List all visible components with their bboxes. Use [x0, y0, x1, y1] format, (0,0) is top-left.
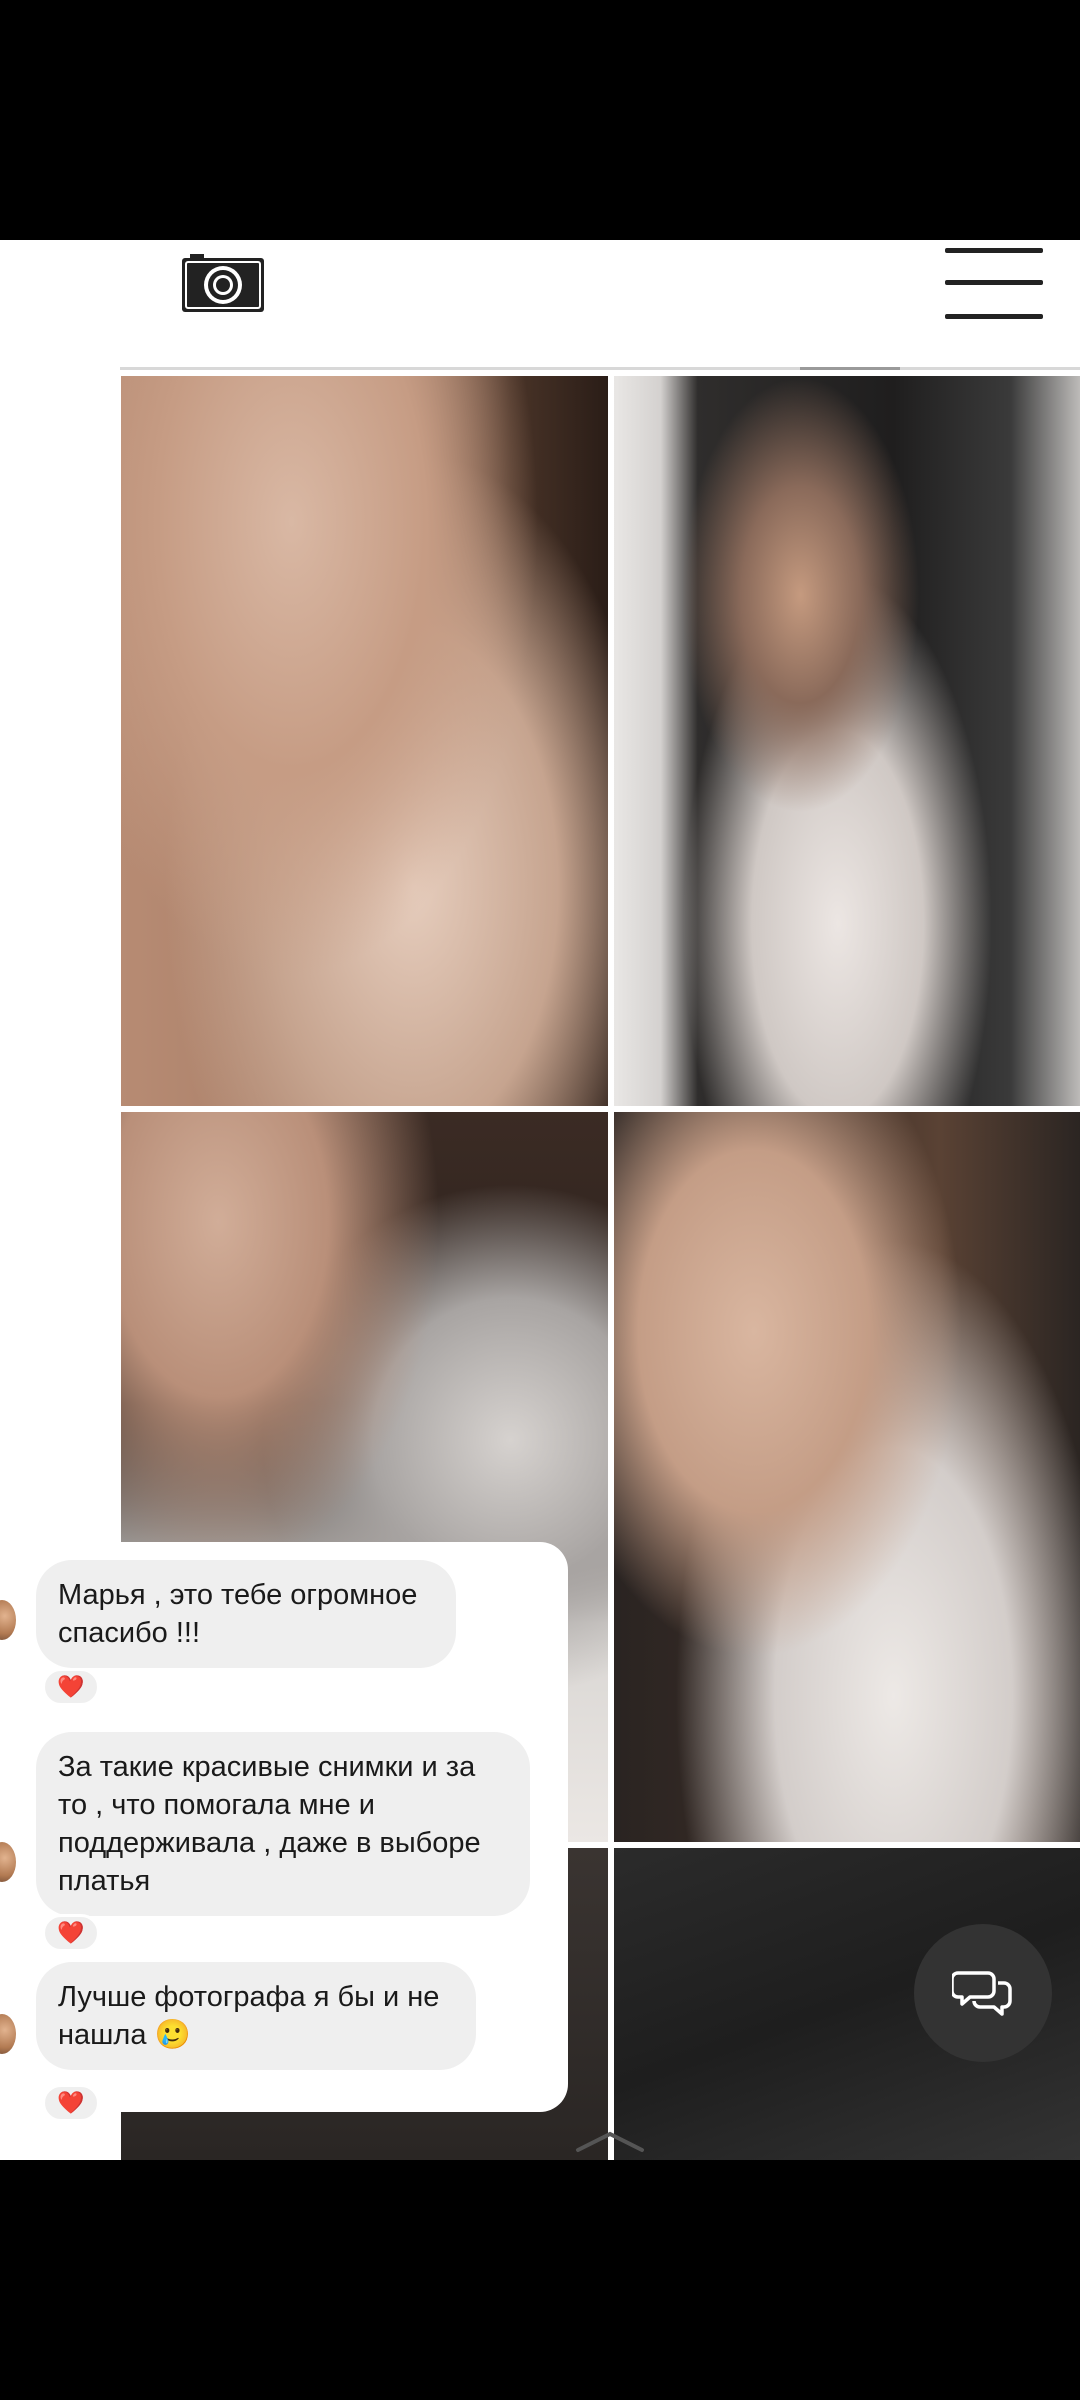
header-divider [120, 367, 1080, 370]
nav-bar-area [0, 2160, 1080, 2400]
site-header [0, 240, 1080, 370]
status-bar-area [0, 0, 1080, 240]
menu-bar [945, 248, 1043, 253]
avatar [0, 1842, 16, 1882]
chat-message: За такие красивые снимки и за то , что п… [36, 1732, 530, 1916]
gallery-photo[interactable] [614, 1112, 1080, 1842]
heart-icon: ❤️ [57, 1920, 85, 1945]
heart-icon: ❤️ [57, 1674, 85, 1699]
menu-bar [945, 280, 1043, 285]
chat-message: Лучше фотографа я бы и не нашла 🥲 [36, 1962, 476, 2070]
reaction-badge: ❤️ [42, 1668, 100, 1706]
reaction-badge: ❤️ [42, 2084, 100, 2122]
heart-icon: ❤️ [57, 2090, 85, 2115]
chat-button[interactable] [914, 1924, 1052, 2062]
gallery-photo[interactable] [121, 376, 608, 1106]
hamburger-menu-icon[interactable] [945, 246, 1043, 320]
avatar [0, 2014, 16, 2054]
menu-bar [945, 314, 1043, 319]
camera-icon[interactable] [180, 252, 266, 314]
testimonial-chat-card: Марья , это тебе огромное спасибо !!! ❤️… [0, 1542, 568, 2122]
header-divider-accent [800, 367, 900, 370]
chevron-up-icon[interactable] [574, 2126, 646, 2156]
chat-message: Марья , это тебе огромное спасибо !!! [36, 1560, 456, 1668]
page: Марья , это тебе огромное спасибо !!! ❤️… [0, 240, 1080, 2160]
gallery-photo[interactable] [614, 376, 1080, 1106]
chat-bubbles-icon [952, 1971, 1012, 2016]
avatar [0, 1600, 16, 1640]
reaction-badge: ❤️ [42, 1914, 100, 1952]
